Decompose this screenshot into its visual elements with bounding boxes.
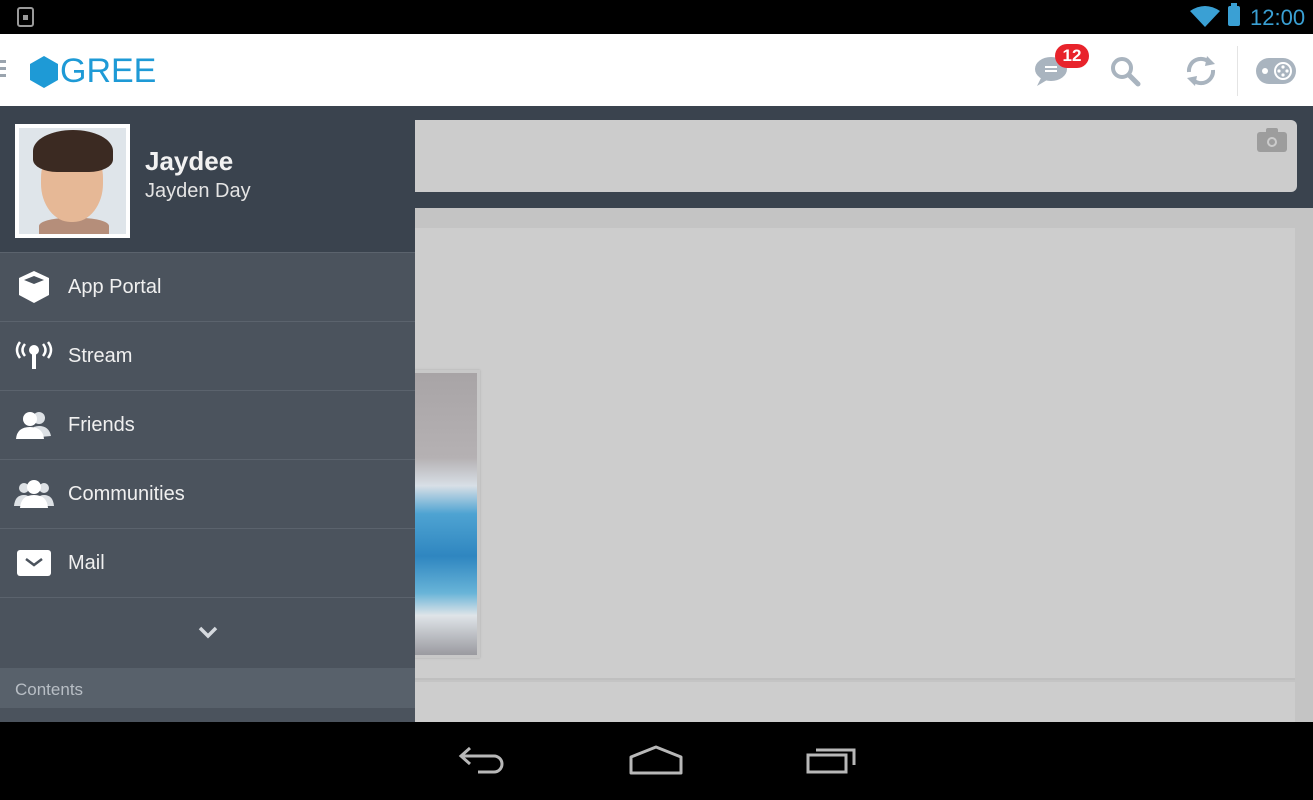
recents-icon	[806, 748, 856, 774]
nav-item-communities[interactable]: Communities	[0, 459, 415, 528]
nav-item-label: Communities	[68, 482, 185, 505]
feed-card-footer	[380, 682, 1295, 722]
notification-badge: 12	[1055, 44, 1089, 68]
wifi-icon	[1190, 6, 1220, 27]
search-icon	[1111, 57, 1141, 87]
friends-icon	[0, 410, 68, 440]
system-nav-bar	[0, 722, 1313, 800]
section-header-label: Contents	[15, 680, 84, 699]
nav-item-friends[interactable]: Friends	[0, 390, 415, 459]
hexagon-logo-icon	[30, 55, 58, 88]
logo-text: GREE	[60, 52, 157, 90]
nav-item-label: Mail	[68, 551, 105, 574]
avatar[interactable]	[15, 124, 130, 238]
section-content	[0, 708, 415, 722]
profile-full-name: Jayden Day	[145, 180, 251, 202]
search-button[interactable]	[1104, 50, 1146, 92]
drawer-nav: App Portal Stream Friends Communities Ma…	[0, 252, 415, 666]
camera-icon[interactable]	[1257, 128, 1287, 152]
feed	[380, 208, 1313, 722]
feed-card[interactable]	[380, 228, 1295, 680]
nav-item-label: App Portal	[68, 275, 162, 298]
gree-logo[interactable]: GREE	[30, 52, 156, 91]
home-icon	[629, 745, 683, 775]
post-composer[interactable]	[380, 120, 1297, 192]
mail-icon	[0, 550, 68, 576]
games-controller-icon	[1256, 58, 1296, 84]
recents-button[interactable]	[802, 740, 862, 780]
games-button[interactable]	[1255, 50, 1297, 92]
expand-more-button[interactable]	[0, 597, 415, 666]
nav-item-label: Stream	[68, 344, 133, 367]
section-header-contents: Contents	[0, 668, 415, 708]
status-bar: 12:00	[0, 0, 1313, 34]
profile-header[interactable]: Jaydee Jayden Day	[0, 108, 415, 252]
clock: 12:00	[1250, 5, 1306, 30]
battery-icon	[1228, 3, 1240, 26]
navigation-drawer: Jaydee Jayden Day App Portal Stream Frie…	[0, 108, 415, 722]
refresh-icon	[1186, 56, 1216, 86]
home-button[interactable]	[626, 740, 686, 780]
app-bar: GREE 12	[0, 34, 1313, 108]
back-icon	[458, 746, 504, 774]
nav-item-app-portal[interactable]: App Portal	[0, 252, 415, 321]
back-button[interactable]	[452, 740, 512, 780]
nav-item-mail[interactable]: Mail	[0, 528, 415, 597]
nav-item-label: Friends	[68, 413, 135, 436]
nav-item-stream[interactable]: Stream	[0, 321, 415, 390]
profile-nickname: Jaydee	[145, 146, 234, 176]
app-portal-cube-icon	[0, 270, 68, 304]
communities-icon	[0, 479, 68, 509]
notification-icon	[17, 7, 34, 27]
chevron-down-icon	[198, 626, 217, 639]
menu-icon[interactable]	[0, 60, 6, 81]
app-bar-divider	[1237, 46, 1238, 96]
stream-broadcast-icon	[0, 341, 68, 371]
refresh-button[interactable]	[1180, 50, 1222, 92]
